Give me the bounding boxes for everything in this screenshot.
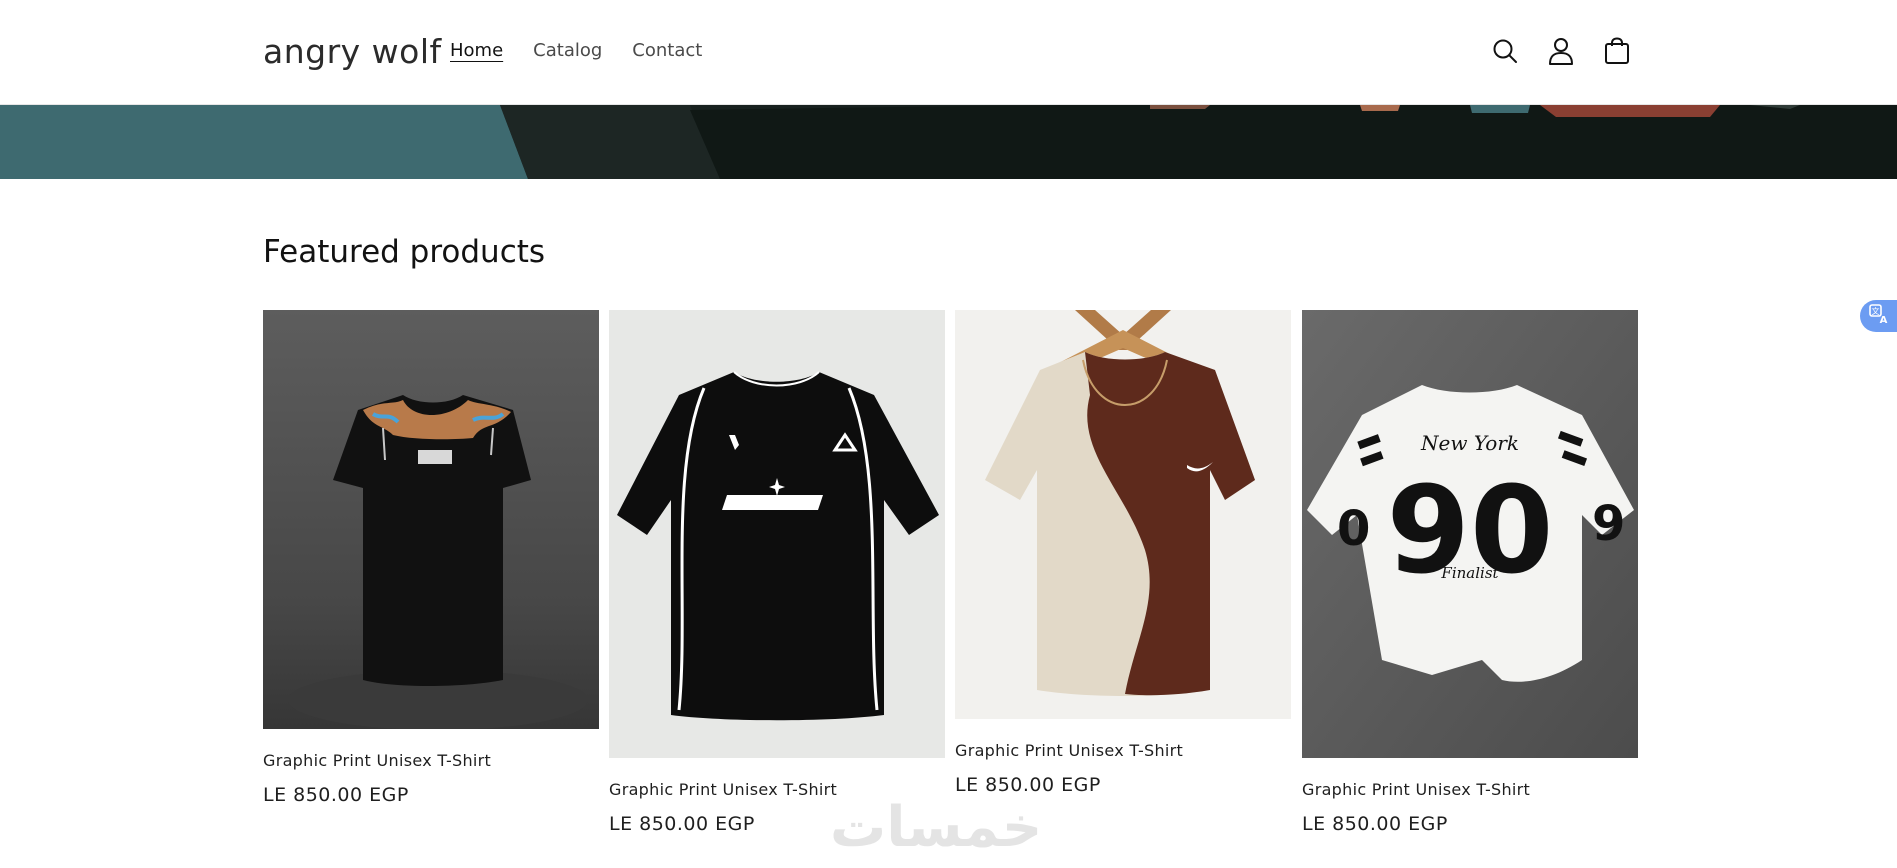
product-card[interactable]: Graphic Print Unisex T-Shirt LE 850.00 E… bbox=[955, 310, 1291, 800]
main-nav: Home Catalog Contact bbox=[450, 40, 702, 61]
svg-text:0: 0 bbox=[1337, 501, 1370, 557]
nav-catalog[interactable]: Catalog bbox=[533, 40, 602, 61]
product-image[interactable]: 90 New York Finalist 0 9 bbox=[1302, 310, 1638, 758]
product-image[interactable] bbox=[955, 310, 1291, 719]
product-image[interactable] bbox=[609, 310, 945, 758]
svg-text:Finalist: Finalist bbox=[1440, 564, 1499, 582]
svg-text:A: A bbox=[1879, 315, 1887, 325]
product-title[interactable]: Graphic Print Unisex T-Shirt bbox=[609, 780, 837, 799]
translate-extension-button[interactable]: 文A bbox=[1860, 300, 1897, 332]
svg-text:文: 文 bbox=[1871, 306, 1879, 316]
hero-banner bbox=[0, 105, 1897, 179]
svg-text:9: 9 bbox=[1592, 496, 1625, 552]
watermark: خمسات bbox=[830, 795, 1043, 860]
product-title[interactable]: Graphic Print Unisex T-Shirt bbox=[1302, 780, 1530, 799]
account-icon[interactable] bbox=[1546, 34, 1576, 68]
product-title[interactable]: Graphic Print Unisex T-Shirt bbox=[955, 741, 1183, 760]
store-logo[interactable]: angry wolf bbox=[263, 32, 442, 71]
nav-home[interactable]: Home bbox=[450, 40, 503, 61]
cart-icon[interactable] bbox=[1602, 34, 1632, 68]
section-title: Featured products bbox=[263, 234, 546, 270]
header-icons bbox=[1490, 34, 1632, 68]
product-price: LE 850.00 EGP bbox=[609, 813, 755, 835]
product-card[interactable]: 90 New York Finalist 0 9 Graphic Print U… bbox=[1302, 310, 1638, 840]
product-price: LE 850.00 EGP bbox=[1302, 813, 1448, 835]
nav-contact[interactable]: Contact bbox=[632, 40, 702, 61]
translate-icon: 文A bbox=[1868, 303, 1890, 330]
search-icon[interactable] bbox=[1490, 34, 1520, 68]
product-card[interactable]: Graphic Print Unisex T-Shirt LE 850.00 E… bbox=[609, 310, 945, 840]
product-price: LE 850.00 EGP bbox=[263, 784, 409, 806]
product-title[interactable]: Graphic Print Unisex T-Shirt bbox=[263, 751, 491, 770]
svg-text:New York: New York bbox=[1420, 431, 1519, 455]
site-header: angry wolf Home Catalog Contact bbox=[0, 0, 1897, 105]
product-price: LE 850.00 EGP bbox=[955, 774, 1101, 796]
product-card[interactable]: Graphic Print Unisex T-Shirt LE 850.00 E… bbox=[263, 310, 599, 810]
product-image[interactable] bbox=[263, 310, 599, 729]
